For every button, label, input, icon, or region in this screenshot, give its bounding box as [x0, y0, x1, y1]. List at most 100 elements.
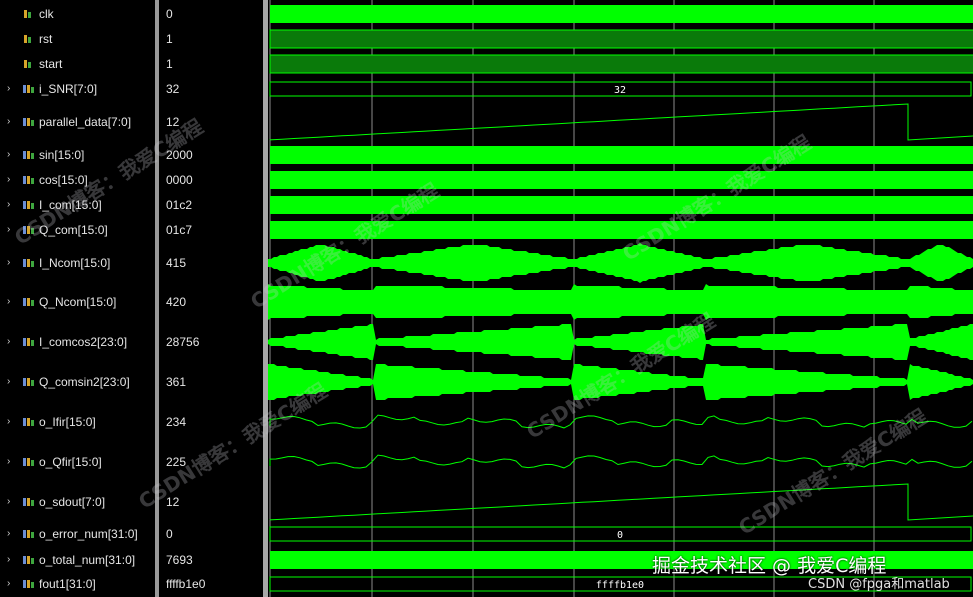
signal-name: o_sdout[7:0] — [39, 495, 106, 509]
signal-value: 0000 — [166, 173, 193, 187]
dense-bus-wave — [270, 171, 973, 189]
waveform-envelope — [268, 364, 973, 400]
value-row: 28756 — [159, 332, 263, 352]
value-row: 361 — [159, 372, 263, 392]
signal-row[interactable]: › o_Qfir[15:0] — [0, 452, 155, 472]
value-row: 0 — [159, 524, 263, 544]
chevron-right-icon[interactable]: › — [7, 574, 17, 594]
signal-row[interactable]: › cos[15:0] — [0, 170, 155, 190]
waveform-panel[interactable]: 32 0 ffffb1e0 — [268, 0, 973, 597]
signal-value: 420 — [166, 295, 187, 309]
signal-name: I_Ncom[15:0] — [39, 256, 111, 270]
signal-value: 1 — [166, 32, 173, 46]
value-row: 225 — [159, 452, 263, 472]
signal-row[interactable]: rst — [0, 29, 155, 49]
signal-value: 28756 — [166, 335, 200, 349]
chevron-right-icon[interactable]: › — [7, 372, 17, 392]
bus-signal-icon — [23, 555, 34, 565]
signal-name: Q_com[15:0] — [39, 223, 108, 237]
value-row: 32 — [159, 79, 263, 99]
bus-signal-icon — [23, 258, 34, 268]
signal-name: o_Qfir[15:0] — [39, 455, 102, 469]
single-bit-signal-icon — [23, 9, 33, 19]
signal-row[interactable]: › o_error_num[31:0] — [0, 524, 155, 544]
value-row: ffffb1e0 — [159, 574, 263, 594]
signal-row[interactable]: › parallel_data[7:0] — [0, 112, 155, 132]
signal-value: 0 — [166, 527, 173, 541]
signal-name-panel: clk rst start › i_SNR[7:0] › parallel_data[7:0… — [0, 0, 155, 597]
signal-value: 01c7 — [166, 223, 193, 237]
signal-value: ffffb1e0 — [166, 577, 206, 591]
signal-row[interactable]: › o_total_num[31:0] — [0, 550, 155, 570]
chevron-right-icon[interactable]: › — [7, 292, 17, 312]
chevron-right-icon[interactable]: › — [7, 112, 17, 132]
value-row: 01c2 — [159, 195, 263, 215]
signal-row[interactable]: start — [0, 54, 155, 74]
chevron-right-icon[interactable]: › — [7, 452, 17, 472]
value-row: 1 — [159, 29, 263, 49]
chevron-right-icon[interactable]: › — [7, 195, 17, 215]
signal-name: clk — [39, 7, 54, 21]
value-row: 12 — [159, 492, 263, 512]
signal-row[interactable]: › i_SNR[7:0] — [0, 79, 155, 99]
chevron-right-icon[interactable]: › — [7, 253, 17, 273]
signal-row[interactable]: clk — [0, 4, 155, 24]
signal-name: Q_Ncom[15:0] — [39, 295, 117, 309]
signal-row[interactable]: › sin[15:0] — [0, 145, 155, 165]
signal-name: o_total_num[31:0] — [39, 553, 136, 567]
bus-signal-icon — [23, 457, 34, 467]
value-row: 12 — [159, 112, 263, 132]
signal-row[interactable]: › I_com[15:0] — [0, 195, 155, 215]
chevron-right-icon[interactable]: › — [7, 332, 17, 352]
chevron-right-icon[interactable]: › — [7, 550, 17, 570]
bus-signal-icon — [23, 297, 34, 307]
chevron-right-icon[interactable]: › — [7, 79, 17, 99]
clock-wave — [270, 5, 973, 23]
value-row: 420 — [159, 292, 263, 312]
dense-bus-wave — [270, 196, 973, 214]
signal-row[interactable]: › Q_comsin2[23:0] — [0, 372, 155, 392]
chevron-right-icon[interactable]: › — [7, 170, 17, 190]
chevron-right-icon[interactable]: › — [7, 412, 17, 432]
level-high-wave — [269, 29, 973, 49]
chevron-right-icon[interactable]: › — [7, 145, 17, 165]
signal-value: 01c2 — [166, 198, 193, 212]
value-row: 01c7 — [159, 220, 263, 240]
footer-author-watermark: CSDN @fpga和matlab — [808, 577, 950, 592]
signal-value: 225 — [166, 455, 187, 469]
waveform-envelope — [268, 324, 973, 360]
value-row: 1 — [159, 54, 263, 74]
signal-row[interactable]: › o_Ifir[15:0] — [0, 412, 155, 432]
ramp-wave — [269, 483, 973, 521]
bus-signal-icon — [23, 175, 34, 185]
signal-row[interactable]: › I_comcos2[23:0] — [0, 332, 155, 352]
signal-value: 1 — [166, 57, 173, 71]
signal-value: 32 — [166, 82, 180, 96]
single-bit-signal-icon — [23, 59, 33, 69]
signal-name: o_error_num[31:0] — [39, 527, 138, 541]
value-row: 0 — [159, 4, 263, 24]
ramp-wave — [269, 103, 973, 141]
signal-row[interactable]: › o_sdout[7:0] — [0, 492, 155, 512]
signal-value: 12 — [166, 115, 180, 129]
bus-signal-icon — [23, 529, 34, 539]
chevron-right-icon[interactable]: › — [7, 524, 17, 544]
signal-row[interactable]: › I_Ncom[15:0] — [0, 253, 155, 273]
bus-signal-icon — [23, 200, 34, 210]
bus-signal-icon — [23, 579, 34, 589]
bus-value-label: 32 — [614, 85, 626, 96]
bus-signal-icon — [23, 225, 34, 235]
chevron-right-icon[interactable]: › — [7, 220, 17, 240]
signal-row[interactable]: › Q_com[15:0] — [0, 220, 155, 240]
bus-signal-icon — [23, 117, 34, 127]
bus-signal-icon — [23, 150, 34, 160]
value-row: 415 — [159, 253, 263, 273]
bus-value-label: 0 — [617, 530, 623, 541]
waveform-canvas[interactable]: 32 0 ffffb1e0 — [268, 0, 973, 597]
signal-value: 12 — [166, 495, 180, 509]
chevron-right-icon[interactable]: › — [7, 492, 17, 512]
signal-row[interactable]: › Q_Ncom[15:0] — [0, 292, 155, 312]
signal-name: rst — [39, 32, 53, 46]
bus-signal-icon — [23, 417, 34, 427]
signal-row[interactable]: › fout1[31:0] — [0, 574, 155, 594]
